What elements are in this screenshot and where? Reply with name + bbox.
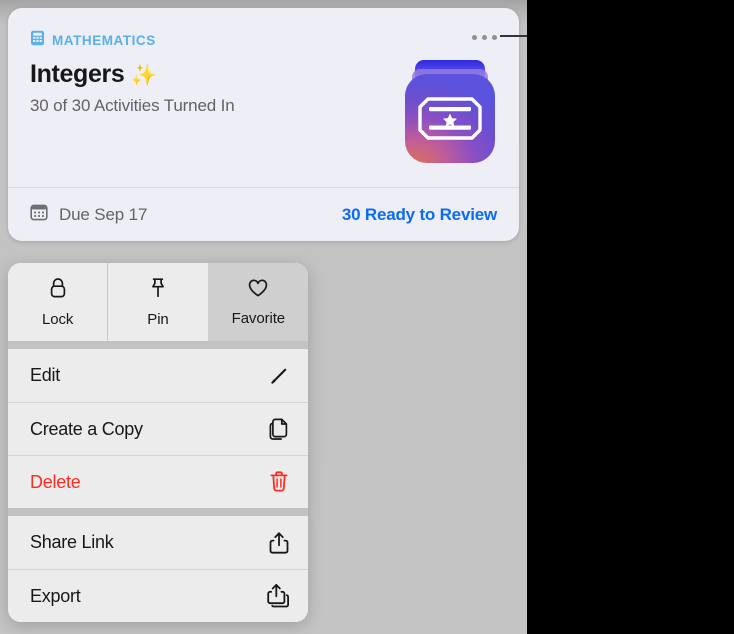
assignment-card-footer: Due Sep 17 30 Ready to Review (8, 187, 519, 241)
menu-item-delete[interactable]: Delete (8, 455, 308, 508)
ready-to-review-link[interactable]: 30 Ready to Review (342, 205, 497, 225)
menu-item-export[interactable]: Export (8, 569, 308, 622)
subject-row: MATHEMATICS (30, 30, 156, 51)
share-icon (267, 530, 291, 556)
activity-app-icon (403, 60, 497, 163)
menu-item-label: Create a Copy (30, 418, 143, 439)
assignment-subtitle: 30 of 30 Activities Turned In (30, 96, 235, 115)
app-icon-front-layer (405, 74, 495, 163)
export-icon (265, 582, 291, 610)
duplicate-icon (267, 416, 291, 442)
quick-action-label: Pin (147, 310, 169, 328)
assignment-title-row: Integers ✨ (30, 60, 157, 89)
calculator-icon (30, 30, 45, 51)
assignment-card[interactable]: MATHEMATICS Integers ✨ 30 of 30 Activiti… (8, 8, 519, 241)
lock-icon (48, 277, 68, 304)
app-backdrop: MATHEMATICS Integers ✨ 30 of 30 Activiti… (0, 0, 527, 634)
menu-item-label: Delete (30, 471, 81, 492)
quick-action-lock[interactable]: Lock (8, 263, 108, 341)
menu-group-share: Share Link Export (8, 516, 308, 622)
quick-action-label: Favorite (231, 309, 286, 327)
void-area-right (527, 0, 734, 634)
assignment-card-body: MATHEMATICS Integers ✨ 30 of 30 Activiti… (8, 8, 519, 186)
subject-label: MATHEMATICS (52, 33, 156, 48)
menu-item-share-link[interactable]: Share Link (8, 516, 308, 569)
heart-icon (247, 278, 269, 303)
ellipsis-icon (472, 35, 497, 40)
menu-item-label: Share Link (30, 532, 114, 552)
due-date-group: Due Sep 17 (30, 203, 147, 226)
menu-item-create-a-copy[interactable]: Create a Copy (8, 402, 308, 455)
menu-group-primary: Edit Create a Copy Delete (8, 349, 308, 508)
quick-action-label: Lock (42, 310, 74, 328)
calendar-icon (30, 203, 48, 226)
quick-action-favorite[interactable]: Favorite (207, 263, 308, 341)
menu-group-separator (8, 508, 308, 516)
annotation-callout-line (500, 35, 527, 37)
pin-icon (148, 277, 168, 304)
menu-group-separator (8, 341, 308, 349)
context-menu: Lock Pin Favorite Edit Create a Copy Del… (8, 263, 308, 622)
quick-action-pin[interactable]: Pin (107, 263, 208, 341)
quick-actions-row: Lock Pin Favorite (8, 263, 308, 341)
menu-item-label: Edit (30, 365, 61, 385)
menu-item-edit[interactable]: Edit (8, 349, 308, 402)
due-date-text: Due Sep 17 (59, 204, 148, 224)
pencil-icon (267, 364, 291, 388)
assignment-title: Integers (30, 60, 125, 88)
menu-item-label: Export (30, 585, 81, 606)
sparkles-icon: ✨ (130, 64, 157, 87)
more-options-button[interactable] (472, 35, 497, 40)
ticket-star-glyph (418, 97, 482, 140)
trash-icon (267, 469, 291, 495)
